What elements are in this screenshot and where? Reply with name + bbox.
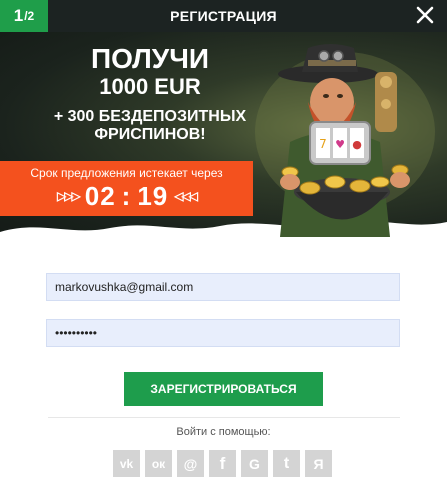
yandex-icon[interactable]: Я: [305, 450, 332, 477]
svg-text:7: 7: [319, 137, 327, 151]
login-with-label: Войти с помощью:: [176, 426, 271, 438]
promo-freespins-line2: ФРИСПИНОВ!: [94, 126, 206, 143]
odnoklassniki-icon[interactable]: ок: [145, 450, 172, 477]
twitter-icon[interactable]: t: [273, 450, 300, 477]
svg-text:♥: ♥: [335, 138, 345, 151]
divider: [48, 417, 400, 418]
social-login-row: vk ок @ f G t Я: [113, 450, 332, 477]
google-icon[interactable]: G: [241, 450, 268, 477]
promo-freespins-line1: + 300 БЕЗДЕПОЗИТНЫХ: [53, 108, 247, 125]
offer-label: Срок предложения истекает через: [30, 166, 223, 180]
promo-text: ПОЛУЧИ 1000 EUR + 300 БЕЗДЕПОЗИТНЫХ ФРИС…: [20, 44, 280, 144]
leprechaun-illustration: 7 ♥ ●: [255, 44, 435, 237]
register-button[interactable]: ЗАРЕГИСТРИРОВАТЬСЯ: [124, 372, 323, 406]
password-field[interactable]: [46, 319, 400, 347]
header-bar: 1/2 РЕГИСТРАЦИЯ: [0, 0, 447, 32]
svg-text:●: ●: [352, 138, 362, 151]
email-field[interactable]: [46, 273, 400, 301]
promo-headline: ПОЛУЧИ: [90, 43, 210, 74]
mail-ru-icon[interactable]: @: [177, 450, 204, 477]
promo-amount: 1000 EUR: [99, 74, 201, 99]
close-icon[interactable]: [413, 3, 437, 27]
facebook-icon[interactable]: f: [209, 450, 236, 477]
vk-icon[interactable]: vk: [113, 450, 140, 477]
dialog-title: РЕГИСТРАЦИЯ: [170, 8, 277, 24]
